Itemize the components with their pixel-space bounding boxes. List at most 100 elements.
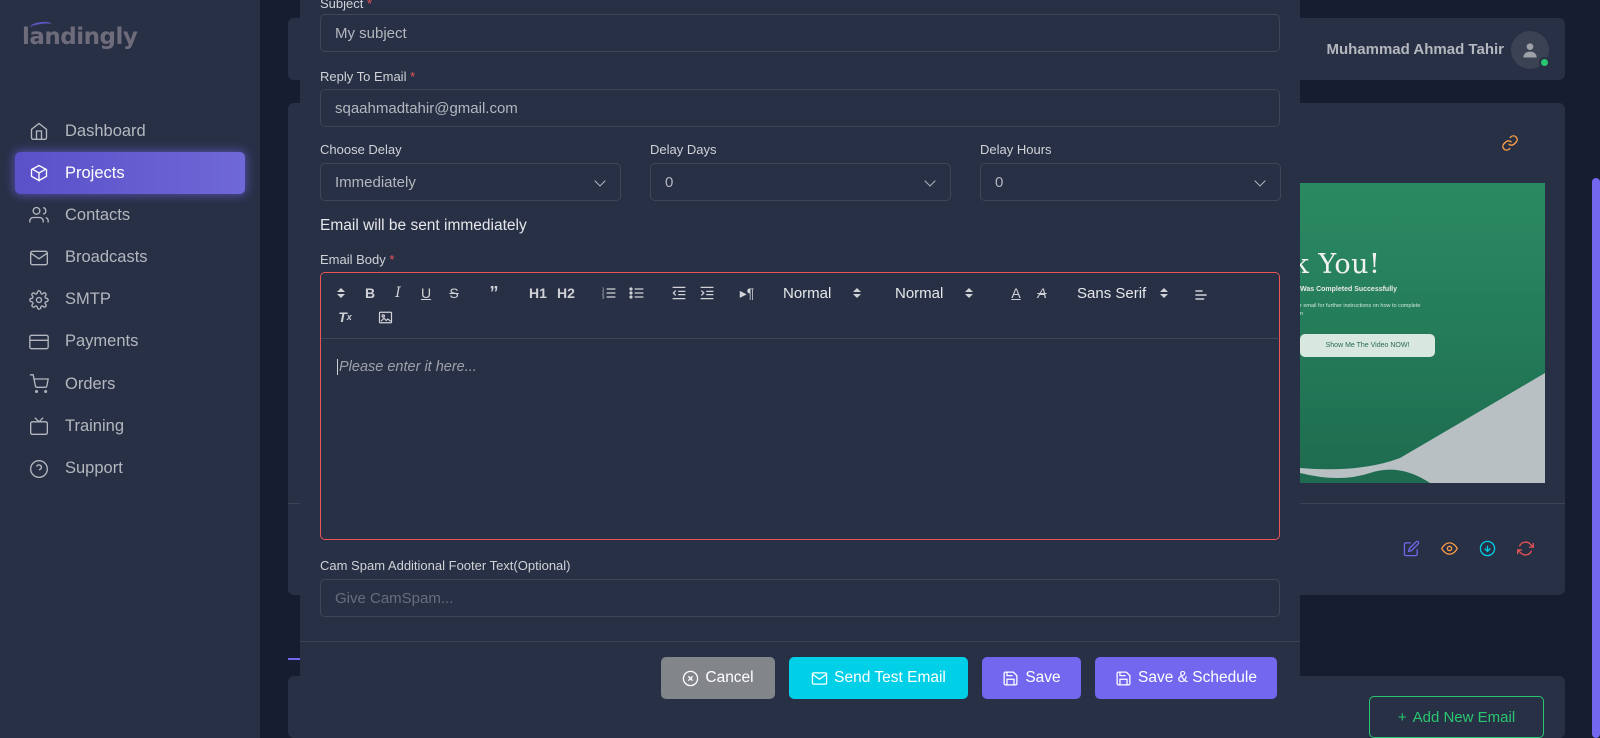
italic-button[interactable]: I [389, 283, 407, 303]
cart-icon [29, 374, 49, 394]
refresh-icon[interactable] [1517, 540, 1536, 559]
delay-hours-label: Delay Hours [980, 142, 1052, 157]
reply-to-label: Reply To Email * [320, 69, 416, 84]
app-logo[interactable]: landingly [22, 20, 138, 50]
cancel-button[interactable]: Cancel [661, 657, 775, 699]
sidebar-item-projects[interactable]: Projects [15, 152, 245, 195]
modal-footer-divider [300, 641, 1300, 642]
sidebar-item-label: Support [65, 459, 123, 477]
page-scrollbar[interactable] [1592, 178, 1600, 738]
strike-button[interactable]: S [445, 283, 463, 303]
preview-wave-shape [1300, 373, 1545, 483]
delay-days-select[interactable]: 0 [650, 163, 951, 201]
sidebar-item-support[interactable]: Support [15, 448, 245, 490]
svg-text:3: 3 [602, 295, 605, 301]
reply-to-email-input[interactable]: sqaahmadtahir@gmail.com [320, 89, 1280, 127]
sidebar-nav: Dashboard Projects Contacts Broadcasts S… [15, 110, 245, 490]
chevron-down-icon [1254, 175, 1266, 187]
footer-text-label: Cam Spam Additional Footer Text(Optional… [320, 558, 571, 573]
preview-cta-button: Show Me The Video NOW! [1300, 334, 1435, 357]
text-direction-icon[interactable]: ▸¶ [737, 283, 757, 303]
chevron-down-icon [924, 175, 936, 187]
sidebar-item-orders[interactable]: Orders [15, 363, 245, 405]
subject-input[interactable]: My subject [320, 14, 1280, 52]
sidebar-item-contacts[interactable]: Contacts [15, 194, 245, 236]
box-icon [29, 163, 49, 183]
x-circle-icon [683, 670, 699, 686]
sidebar-item-label: SMTP [65, 290, 111, 309]
indent-icon[interactable] [697, 283, 717, 303]
email-body-editor: B I U S ” H1 H2 123 ▸¶ Normal Normal A A… [320, 272, 1280, 540]
sidebar-item-label: Projects [65, 163, 125, 182]
user-name[interactable]: Muhammad Ahmad Tahir [1326, 41, 1504, 58]
plus-icon: + [1397, 708, 1407, 726]
send-test-email-button[interactable]: Send Test Email [789, 657, 968, 699]
save-and-schedule-button[interactable]: Save & Schedule [1095, 657, 1277, 699]
delay-days-label: Delay Days [650, 142, 717, 157]
chevron-down-icon [594, 175, 606, 187]
align-left-icon[interactable] [1191, 285, 1211, 305]
help-circle-icon [29, 459, 49, 479]
font-select[interactable]: Sans Serif [1077, 283, 1169, 303]
preview-title: ank You! [1300, 249, 1381, 280]
mail-icon [811, 671, 828, 685]
eye-icon[interactable] [1441, 540, 1460, 559]
background-color-icon[interactable]: A [1033, 283, 1051, 303]
mail-icon [29, 248, 49, 268]
sidebar-item-broadcasts[interactable]: Broadcasts [15, 237, 245, 279]
camspam-footer-input[interactable]: Give CamSpam... [320, 579, 1280, 617]
toolbar-picker-icon[interactable] [327, 283, 345, 303]
link-icon[interactable] [1501, 134, 1519, 157]
choose-delay-select[interactable]: Immediately [320, 163, 621, 201]
save-icon [1003, 670, 1018, 686]
sidebar-item-smtp[interactable]: SMTP [15, 279, 245, 321]
h2-button[interactable]: H2 [555, 283, 577, 303]
bold-button[interactable]: B [361, 283, 379, 303]
preview-subtitle: Was Completed Successfully [1300, 286, 1397, 293]
sidebar-item-label: Contacts [65, 205, 131, 224]
save-icon [1116, 670, 1131, 686]
subject-label: Subject * [320, 0, 373, 11]
email-body-textarea[interactable]: Please enter it here... [337, 359, 477, 375]
h1-button[interactable]: H1 [527, 283, 549, 303]
tv-icon [29, 416, 49, 436]
bullet-list-icon[interactable] [627, 283, 647, 303]
edit-icon[interactable] [1403, 540, 1422, 559]
outdent-icon[interactable] [669, 283, 689, 303]
ordered-list-icon[interactable]: 123 [599, 283, 619, 303]
user-icon [1523, 43, 1537, 58]
sidebar-item-label: Broadcasts [65, 248, 148, 267]
text-color-icon[interactable]: A [1007, 283, 1025, 303]
size-select[interactable]: Normal [895, 283, 974, 303]
users-icon [29, 205, 49, 225]
delay-notice: Email will be sent immediately [320, 217, 527, 234]
card-actions [1403, 540, 1536, 559]
choose-delay-label: Choose Delay [320, 142, 402, 157]
delay-hours-select[interactable]: 0 [980, 163, 1281, 201]
header-select[interactable]: Normal [783, 283, 862, 303]
credit-card-icon [29, 332, 49, 352]
sidebar-item-label: Training [65, 416, 124, 435]
download-icon[interactable] [1479, 540, 1498, 559]
image-icon[interactable] [375, 307, 395, 327]
clear-format-icon[interactable]: Tx [335, 307, 355, 327]
sidebar-item-label: Payments [65, 332, 139, 351]
page-preview-thumbnail[interactable]: ank You! Was Completed Successfully r em… [1300, 183, 1545, 483]
sidebar-item-payments[interactable]: Payments [15, 321, 245, 363]
blockquote-button[interactable]: ” [485, 283, 503, 303]
sidebar-item-label: Dashboard [65, 121, 146, 140]
active-tab-indicator [288, 658, 300, 660]
gear-icon [29, 289, 49, 310]
add-new-email-button[interactable]: + Add New Email [1369, 696, 1544, 738]
sidebar-item-dashboard[interactable]: Dashboard [15, 110, 245, 152]
editor-toolbar: B I U S ” H1 H2 123 ▸¶ Normal Normal A A… [321, 273, 1278, 339]
sidebar-item-training[interactable]: Training [15, 405, 245, 447]
home-icon [29, 121, 49, 141]
save-button[interactable]: Save [982, 657, 1081, 699]
sidebar-item-label: Orders [65, 374, 116, 393]
email-body-label: Email Body * [320, 252, 395, 267]
sidebar: landingly Dashboard Projects Contacts Br… [0, 0, 260, 738]
avatar[interactable] [1511, 31, 1550, 69]
underline-button[interactable]: U [417, 283, 435, 303]
preview-small-text: r email for further instructions on how … [1300, 303, 1421, 317]
